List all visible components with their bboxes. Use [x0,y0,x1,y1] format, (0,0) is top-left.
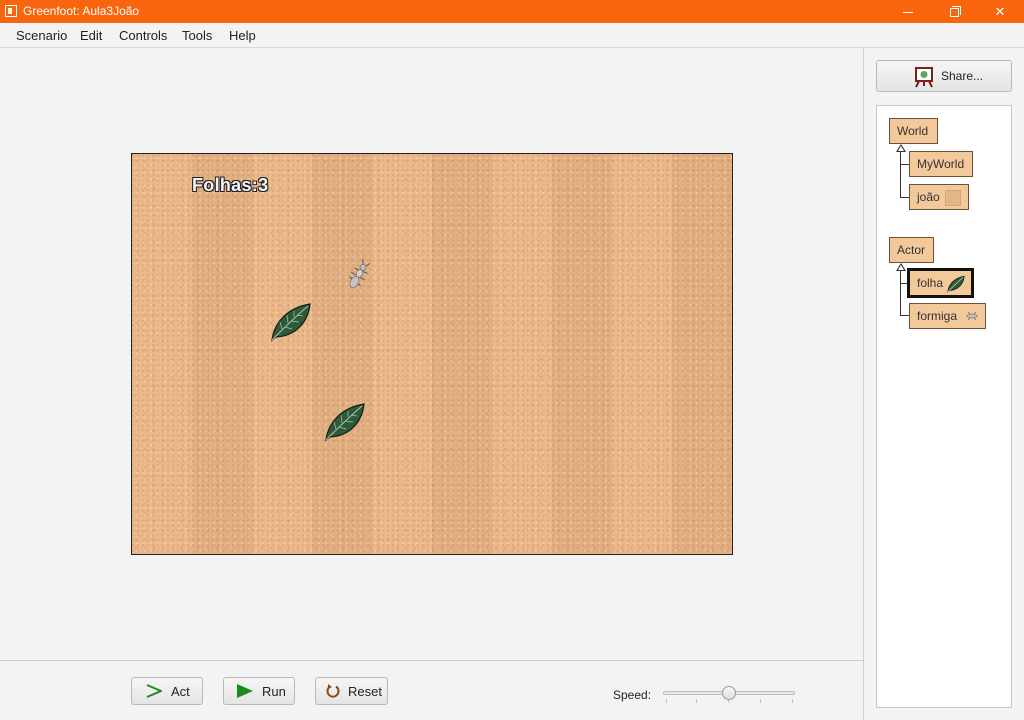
greenfoot-app-icon [5,5,17,17]
slider-tick [696,699,697,703]
run-label: Run [262,684,286,699]
close-icon: ✕ [994,4,1006,19]
ant-icon[interactable] [343,259,373,293]
speed-slider-thumb[interactable] [722,686,736,700]
ant-icon [966,311,978,321]
run-button[interactable]: Run [223,677,295,705]
class-actor[interactable]: Actor [889,237,934,263]
panel-divider[interactable] [863,48,864,720]
maximize-button[interactable] [931,0,977,23]
class-formiga[interactable]: formiga [909,303,986,329]
tree-line [900,152,901,198]
tree-line [900,315,909,316]
reset-label: Reset [348,684,382,699]
act-label: Act [171,684,190,699]
title-bar: Greenfoot: Aula3João ✕ [0,0,1024,23]
class-folha-label: folha [917,276,944,290]
class-diagram-panel: World MyWorld joão Actor folha formiga [876,105,1012,708]
world-texture-icon [945,190,961,206]
inheritance-arrow [896,144,906,152]
menu-help[interactable]: Help [229,28,256,43]
reset-button[interactable]: Reset [315,677,388,705]
tree-line [900,197,909,198]
slider-tick [666,699,667,703]
menu-bar: Scenario Edit Controls Tools Help [0,23,1024,48]
share-button[interactable]: Share... [876,60,1012,92]
step-arrow-icon [146,684,162,698]
class-joao[interactable]: joão [909,184,969,210]
leaf-icon[interactable] [324,402,366,442]
speed-label: Speed: [613,688,652,702]
inheritance-arrow [896,263,906,271]
leaf-counter: Folhas:3 [192,175,269,195]
tree-line [900,164,909,165]
easel-share-icon [915,67,933,88]
class-myworld[interactable]: MyWorld [909,151,973,177]
menu-controls[interactable]: Controls [119,28,167,43]
menu-tools[interactable]: Tools [182,28,212,43]
class-world-label: World [897,124,929,138]
share-label: Share... [941,69,984,83]
tree-line [900,271,901,316]
leaf-icon [947,275,965,293]
class-actor-label: Actor [897,243,926,257]
slider-tick [760,699,761,703]
class-folha[interactable]: folha [907,268,974,298]
minimize-button[interactable] [885,0,931,23]
class-world[interactable]: World [889,118,938,144]
close-button[interactable]: ✕ [977,0,1023,23]
slider-tick [792,699,793,703]
act-button[interactable]: Act [131,677,203,705]
world-canvas[interactable]: Folhas:3 [131,153,733,555]
minimize-icon [903,12,913,14]
restore-icon [949,6,961,18]
menu-edit[interactable]: Edit [80,28,102,43]
class-joao-label: joão [917,190,940,204]
window-title: Greenfoot: Aula3João [23,4,140,18]
class-formiga-label: formiga [917,309,958,323]
reset-icon [326,684,340,698]
controls-divider [0,660,863,661]
menu-scenario[interactable]: Scenario [16,28,67,43]
play-icon [237,684,253,698]
class-myworld-label: MyWorld [917,157,965,171]
leaf-icon[interactable] [270,302,312,342]
